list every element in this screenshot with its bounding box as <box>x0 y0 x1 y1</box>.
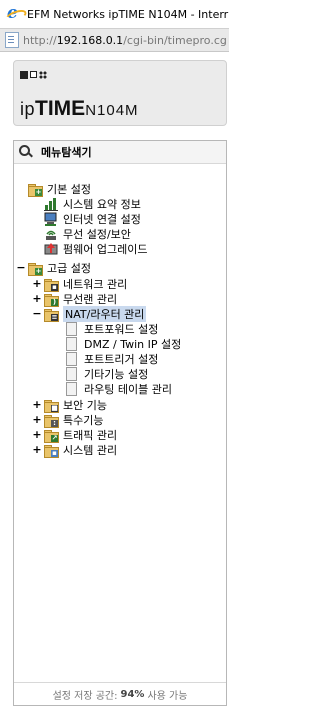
page-icon <box>66 366 77 381</box>
wireless-icon <box>44 227 58 241</box>
tree-item-system-summary[interactable]: 시스템 요약 정보 <box>44 196 141 211</box>
bar-chart-icon <box>44 197 58 211</box>
security-functions-link[interactable]: 보안 기능 <box>63 397 107 413</box>
advanced-settings-label[interactable]: 고급 설정 <box>47 260 91 276</box>
window-title: EFM Networks ipTIME N104M - Interr <box>27 7 229 21</box>
port-forward-link[interactable]: 포트포워드 설정 <box>84 321 158 337</box>
tree-group-security[interactable]: + ■ 보안 기능 <box>32 397 107 413</box>
address-bar[interactable]: http://192.168.0.1/cgi-bin/timepro.cg <box>0 29 229 52</box>
dmz-twinip-link[interactable]: DMZ / Twin IP 설정 <box>84 336 181 352</box>
brand-logo: ipTIMEN104M <box>20 97 139 120</box>
tree-group-system[interactable]: + ▪ 시스템 관리 <box>32 442 117 458</box>
tree-group-special[interactable]: + : 특수기능 <box>32 412 103 428</box>
tree-item-port-forward[interactable]: 포트포워드 설정 <box>64 321 158 336</box>
storage-suffix: 사용 가능 <box>147 690 188 702</box>
logo-squares-icon <box>20 71 47 79</box>
misc-functions-link[interactable]: 기타기능 설정 <box>84 366 148 382</box>
expand-toggle[interactable]: + <box>32 443 42 456</box>
window-titlebar: e EFM Networks ipTIME N104M - Interr <box>0 0 229 29</box>
storage-value: 94% <box>120 688 145 700</box>
tree-item-wireless-security[interactable]: 무선 설정/보안 <box>44 226 131 241</box>
internet-setup-link[interactable]: 인터넷 연결 설정 <box>63 211 141 227</box>
url-text[interactable]: http://192.168.0.1/cgi-bin/timepro.cg <box>23 34 227 47</box>
firmware-upgrade-link[interactable]: 펌웨어 업그레이드 <box>63 241 147 257</box>
tree-item-dmz[interactable]: DMZ / Twin IP 설정 <box>64 336 181 351</box>
nat-router-management-link[interactable]: NAT/라우터 관리 <box>63 305 147 322</box>
menu-title: 메뉴탐색기 <box>41 146 92 159</box>
traffic-management-link[interactable]: 트래픽 관리 <box>63 427 117 443</box>
system-summary-link[interactable]: 시스템 요약 정보 <box>63 196 141 212</box>
tree-advanced-settings[interactable]: − + 고급 설정 <box>16 260 91 276</box>
collapse-toggle[interactable]: − <box>32 307 42 320</box>
routing-table-link[interactable]: 라우팅 테이블 관리 <box>84 381 172 397</box>
storage-label: 설정 저장 공간: <box>52 690 118 702</box>
folder-icon: + <box>28 183 43 197</box>
port-trigger-link[interactable]: 포트트리거 설정 <box>84 351 158 367</box>
router-folder-icon: ≡ <box>44 308 59 322</box>
page-icon <box>5 32 19 48</box>
tree-group-traffic[interactable]: + ↗ 트래픽 관리 <box>32 427 117 443</box>
menu-explorer: 메뉴탐색기 + 기본 설정 시스템 요약 정보 인터넷 연결 설정 무선 설정/… <box>13 140 227 706</box>
tree-group-wireless[interactable]: + ) 무선랜 관리 <box>32 291 117 307</box>
traffic-folder-icon: ↗ <box>44 429 59 443</box>
special-folder-icon: : <box>44 414 59 428</box>
computer-icon <box>44 212 58 226</box>
expand-toggle[interactable]: + <box>32 428 42 441</box>
tree-item-routing-table[interactable]: 라우팅 테이블 관리 <box>64 381 172 396</box>
tree-item-port-trigger[interactable]: 포트트리거 설정 <box>64 351 158 366</box>
tree-basic-settings[interactable]: + 기본 설정 <box>28 181 91 197</box>
wireless-security-link[interactable]: 무선 설정/보안 <box>63 226 131 242</box>
page-icon <box>66 351 77 366</box>
system-management-link[interactable]: 시스템 관리 <box>63 442 117 458</box>
ie-browser-icon: e <box>3 3 29 25</box>
tree-group-nat[interactable]: − ≡ NAT/라우터 관리 <box>32 305 147 322</box>
special-functions-link[interactable]: 특수기능 <box>63 412 103 428</box>
collapse-toggle[interactable]: − <box>16 261 26 274</box>
system-folder-icon: ▪ <box>44 444 59 458</box>
wireless-folder-icon: ) <box>44 293 59 307</box>
wireless-management-link[interactable]: 무선랜 관리 <box>63 291 117 307</box>
expand-toggle[interactable]: + <box>32 277 42 290</box>
network-folder-icon: ▪ <box>44 278 59 292</box>
expand-toggle[interactable]: + <box>32 413 42 426</box>
search-icon <box>19 145 33 159</box>
storage-status: 설정 저장 공간: 94% 사용 가능 <box>14 682 226 705</box>
lock-folder-icon: ■ <box>44 399 59 413</box>
menu-header: 메뉴탐색기 <box>14 141 226 164</box>
tree-item-firmware-upgrade[interactable]: 펌웨어 업그레이드 <box>44 241 147 256</box>
basic-settings-label[interactable]: 기본 설정 <box>47 181 91 197</box>
folder-icon: + <box>28 262 43 276</box>
tree-group-network[interactable]: + ▪ 네트워크 관리 <box>32 276 127 292</box>
network-management-link[interactable]: 네트워크 관리 <box>63 276 127 292</box>
expand-toggle[interactable]: + <box>32 292 42 305</box>
firmware-icon <box>44 242 58 256</box>
page-icon <box>66 336 77 351</box>
page-icon <box>66 381 77 396</box>
page-icon <box>66 321 77 336</box>
tree-item-misc[interactable]: 기타기능 설정 <box>64 366 148 381</box>
tree-item-internet-setup[interactable]: 인터넷 연결 설정 <box>44 211 141 226</box>
expand-toggle[interactable]: + <box>32 398 42 411</box>
router-header: ipTIMEN104M <box>13 60 227 126</box>
